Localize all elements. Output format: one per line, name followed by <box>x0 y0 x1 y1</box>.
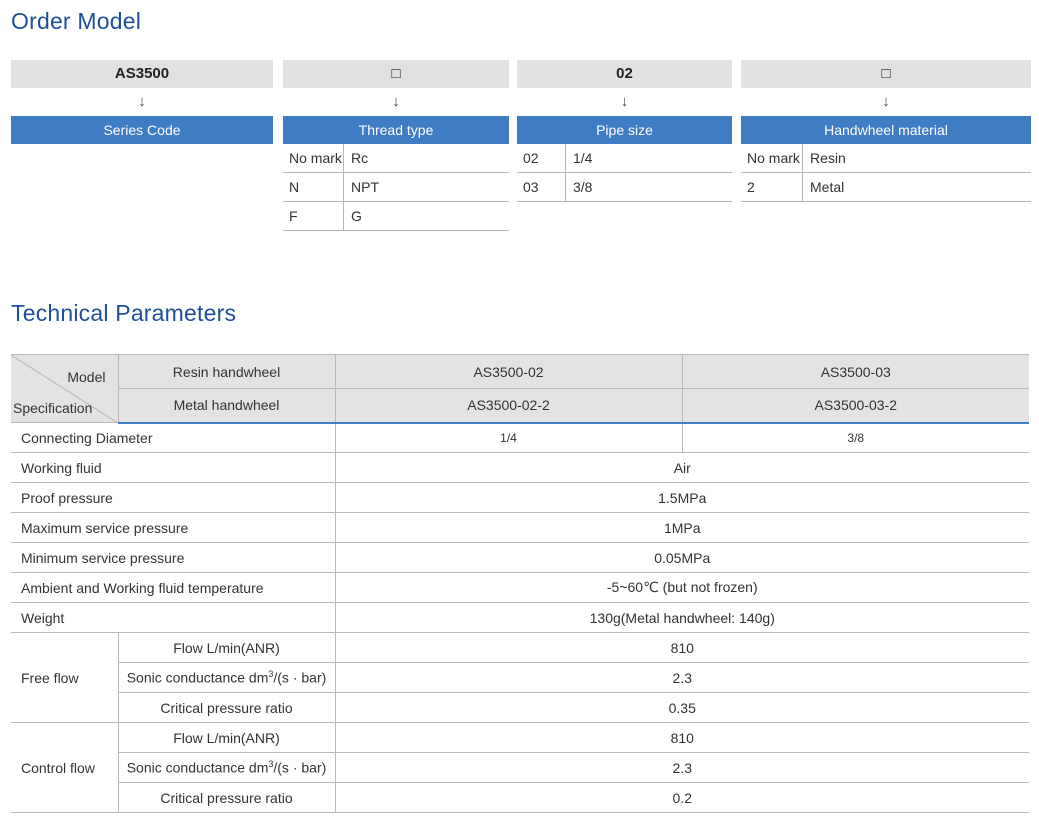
order-column-thread: □ ↓ Thread type No mark Rc N NPT F G <box>283 60 509 231</box>
row-value: 1.5MPa <box>334 482 1029 513</box>
row-label: Minimum service pressure <box>11 542 336 573</box>
corner-spec-label: Specification <box>13 400 93 416</box>
order-column-pipe: 02 ↓ Pipe size 02 1/4 03 3/8 <box>517 60 732 202</box>
row-label: Critical pressure ratio <box>118 782 336 813</box>
table-row: Control flow Flow L/min(ANR) 810 <box>11 722 1029 813</box>
row-value: 2.3 <box>334 662 1029 693</box>
arrow-down-icon: ↓ <box>620 93 629 110</box>
row-label: Sonic conductance dm3/(s · bar) <box>118 662 336 693</box>
row-value: 1MPa <box>334 512 1029 543</box>
handwheel-placeholder: □ <box>741 60 1031 88</box>
arrow-down-icon: ↓ <box>138 93 146 110</box>
series-code-value: AS3500 <box>11 60 273 88</box>
pipe-size-code: 02 <box>517 60 732 88</box>
row-value: 3/8 <box>681 422 1029 453</box>
option-value: G <box>351 208 362 224</box>
option-key: 2 <box>741 173 803 201</box>
table-row: Sonic conductance dm3/(s · bar) 2.3 <box>11 662 1029 693</box>
list-item: 2 Metal <box>741 173 1031 202</box>
option-key: No mark <box>283 144 344 172</box>
table-row: Sonic conductance dm3/(s · bar) 2.3 <box>11 752 1029 783</box>
table-header-row: Model Specification Resin handwheel AS35… <box>11 354 1029 423</box>
row-label: Ambient and Working fluid temperature <box>11 572 336 603</box>
order-model-title: Order Model <box>11 8 142 34</box>
table-row: Free flow Flow L/min(ANR) 810 <box>11 632 1029 723</box>
row-value: 0.05MPa <box>334 542 1029 573</box>
row-label: Sonic conductance dm3/(s · bar) <box>118 752 336 783</box>
option-value: Resin <box>810 150 846 166</box>
order-column-handwheel: □ ↓ Handwheel material No mark Resin 2 M… <box>741 60 1031 202</box>
option-key: 02 <box>517 144 566 172</box>
thread-type-placeholder: □ <box>283 60 509 88</box>
table-row: Proof pressure 1.5MPa <box>11 482 1029 513</box>
handwheel-heading: Handwheel material <box>741 116 1031 144</box>
row-value: 810 <box>334 632 1029 663</box>
row-value: 0.35 <box>334 692 1029 723</box>
table-row: Minimum service pressure 0.05MPa <box>11 542 1029 573</box>
row-label: Critical pressure ratio <box>118 692 336 723</box>
model-cell: AS3500-03 <box>681 354 1029 389</box>
option-value: 3/8 <box>573 179 593 195</box>
row-value: Air <box>334 452 1029 483</box>
list-item: F G <box>283 202 509 231</box>
list-item: N NPT <box>283 173 509 202</box>
free-flow-label: Free flow <box>11 632 119 723</box>
list-item: No mark Rc <box>283 144 509 173</box>
row-value: 2.3 <box>334 752 1029 783</box>
technical-parameters-table: Model Specification Resin handwheel AS35… <box>11 354 1029 813</box>
row-label: Weight <box>11 602 336 633</box>
option-key: 03 <box>517 173 566 201</box>
option-value: NPT <box>351 179 379 195</box>
series-code-heading: Series Code <box>11 116 273 144</box>
sonic-label-part: Sonic conductance dm <box>126 669 269 686</box>
model-cell: AS3500-02-2 <box>334 388 683 424</box>
order-column-series: AS3500 ↓ Series Code <box>11 60 273 144</box>
row-value: 130g(Metal handwheel: 140g) <box>334 602 1029 633</box>
row-label: Proof pressure <box>11 482 336 513</box>
option-value: Rc <box>351 150 369 166</box>
row-label: Flow L/min(ANR) <box>117 632 336 663</box>
option-value: Metal <box>810 179 845 195</box>
sonic-label-part: /(s · bar) <box>273 669 327 686</box>
metal-handwheel-label: Metal handwheel <box>118 388 336 424</box>
resin-handwheel-label: Resin handwheel <box>117 354 336 389</box>
model-cell: AS3500-02 <box>334 354 683 389</box>
table-row: Critical pressure ratio 0.35 <box>11 692 1029 723</box>
table-row: Weight 130g(Metal handwheel: 140g) <box>11 602 1029 633</box>
pipe-size-heading: Pipe size <box>517 116 732 144</box>
row-label: Maximum service pressure <box>11 512 336 543</box>
table-row: Critical pressure ratio 0.2 <box>11 782 1029 813</box>
row-value: 810 <box>334 722 1029 753</box>
arrow-down-icon: ↓ <box>392 93 400 110</box>
row-value: 0.2 <box>334 782 1029 813</box>
list-item: 03 3/8 <box>517 173 732 202</box>
sonic-label-part: Sonic conductance dm <box>126 759 269 776</box>
control-flow-label: Control flow <box>11 722 119 813</box>
table-row: Maximum service pressure 1MPa <box>11 512 1029 543</box>
arrow-down-icon: ↓ <box>882 93 890 110</box>
row-label: Working fluid <box>11 452 336 483</box>
option-key: No mark <box>741 144 803 172</box>
model-cell: AS3500-03-2 <box>681 388 1029 424</box>
row-label: Flow L/min(ANR) <box>117 722 336 753</box>
table-row: Connecting Diameter 1/4 3/8 <box>11 422 1029 453</box>
row-label: Connecting Diameter <box>11 422 336 453</box>
table-row: Ambient and Working fluid temperature -5… <box>11 572 1029 603</box>
header-corner-cell: Model Specification <box>11 354 119 423</box>
row-value: 1/4 <box>334 422 683 453</box>
table-header-row: Metal handwheel AS3500-02-2 AS3500-03-2 <box>11 388 1029 424</box>
option-key: N <box>283 173 344 201</box>
table-row: Working fluid Air <box>11 452 1029 483</box>
technical-parameters-title: Technical Parameters <box>11 300 237 326</box>
thread-type-heading: Thread type <box>283 116 509 144</box>
list-item: 02 1/4 <box>517 144 732 173</box>
option-value: 1/4 <box>573 150 593 166</box>
row-value: -5~60℃ (but not frozen) <box>334 572 1029 603</box>
corner-model-label: Model <box>67 369 106 385</box>
sonic-label-part: /(s · bar) <box>273 759 327 776</box>
option-key: F <box>283 202 344 230</box>
list-item: No mark Resin <box>741 144 1031 173</box>
